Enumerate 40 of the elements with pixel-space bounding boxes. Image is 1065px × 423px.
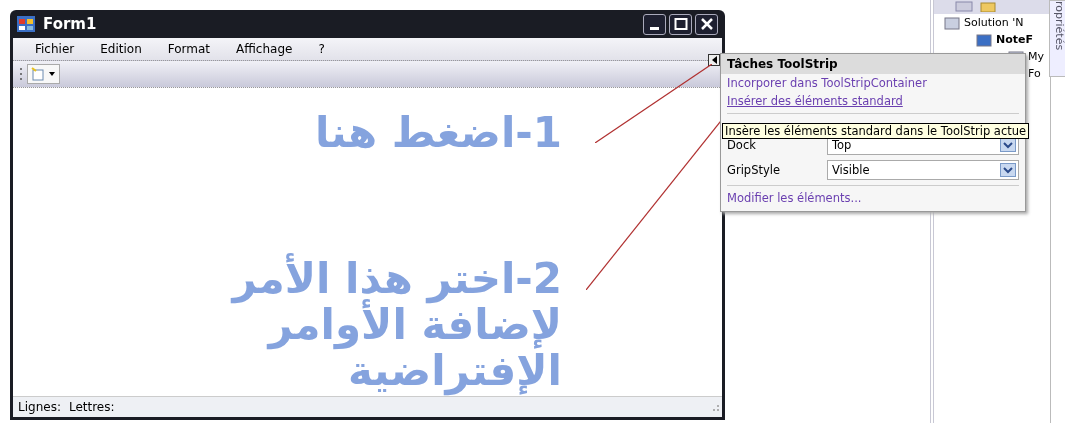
menu-item[interactable]: ? xyxy=(318,42,325,56)
resize-grip-icon xyxy=(710,402,720,412)
status-label: Lignes: xyxy=(18,400,61,414)
triangle-left-icon xyxy=(711,56,717,64)
maximize-icon xyxy=(673,17,688,31)
annotation-text: 1-اضغط هنا xyxy=(314,110,562,156)
new-item-dropdown[interactable] xyxy=(27,64,60,84)
new-item-icon xyxy=(31,67,45,81)
close-icon xyxy=(699,17,714,31)
window-title: Form1 xyxy=(43,15,97,33)
edit-items-link[interactable]: Modifier les éléments... xyxy=(721,189,868,207)
folder-icon xyxy=(978,0,998,12)
smart-tag-button[interactable] xyxy=(708,54,720,66)
chevron-down-icon xyxy=(1000,162,1016,177)
grip-icon xyxy=(19,66,23,82)
tooltip: Insère les éléments standard dans le ToolStrip actue xyxy=(722,123,1030,139)
property-dropdown[interactable]: Visible xyxy=(827,159,1019,180)
tree-item[interactable]: Solution 'N xyxy=(964,16,1024,29)
minimize-icon xyxy=(650,26,659,30)
tree-item[interactable]: NoteF xyxy=(996,33,1033,46)
properties-icon xyxy=(954,0,974,12)
task-link[interactable]: Incorporer dans ToolStripContainer xyxy=(721,74,933,92)
task-link[interactable]: Insérer des éléments standard xyxy=(721,92,909,110)
property-label: GripStyle xyxy=(727,162,782,177)
tree-node-icon xyxy=(944,15,960,30)
tree-item[interactable]: Fo xyxy=(1028,67,1041,80)
status-label: Lettres: xyxy=(68,400,115,414)
tree-node-icon xyxy=(976,32,992,47)
form-icon xyxy=(17,16,35,32)
menu-item[interactable]: Fichier xyxy=(35,42,75,56)
tree-item[interactable]: My xyxy=(1028,50,1044,63)
panel-title: Tâches ToolStrip xyxy=(721,54,1025,74)
menu-item[interactable]: Format xyxy=(167,42,211,56)
maximize-button[interactable] xyxy=(669,13,692,35)
close-button[interactable] xyxy=(695,13,718,35)
property-label: Dock xyxy=(727,137,757,152)
minimize-button[interactable] xyxy=(643,13,666,35)
menu-item[interactable]: Affichage xyxy=(236,42,293,56)
caret-icon xyxy=(48,71,56,77)
menu-item[interactable]: Edition xyxy=(100,42,142,56)
